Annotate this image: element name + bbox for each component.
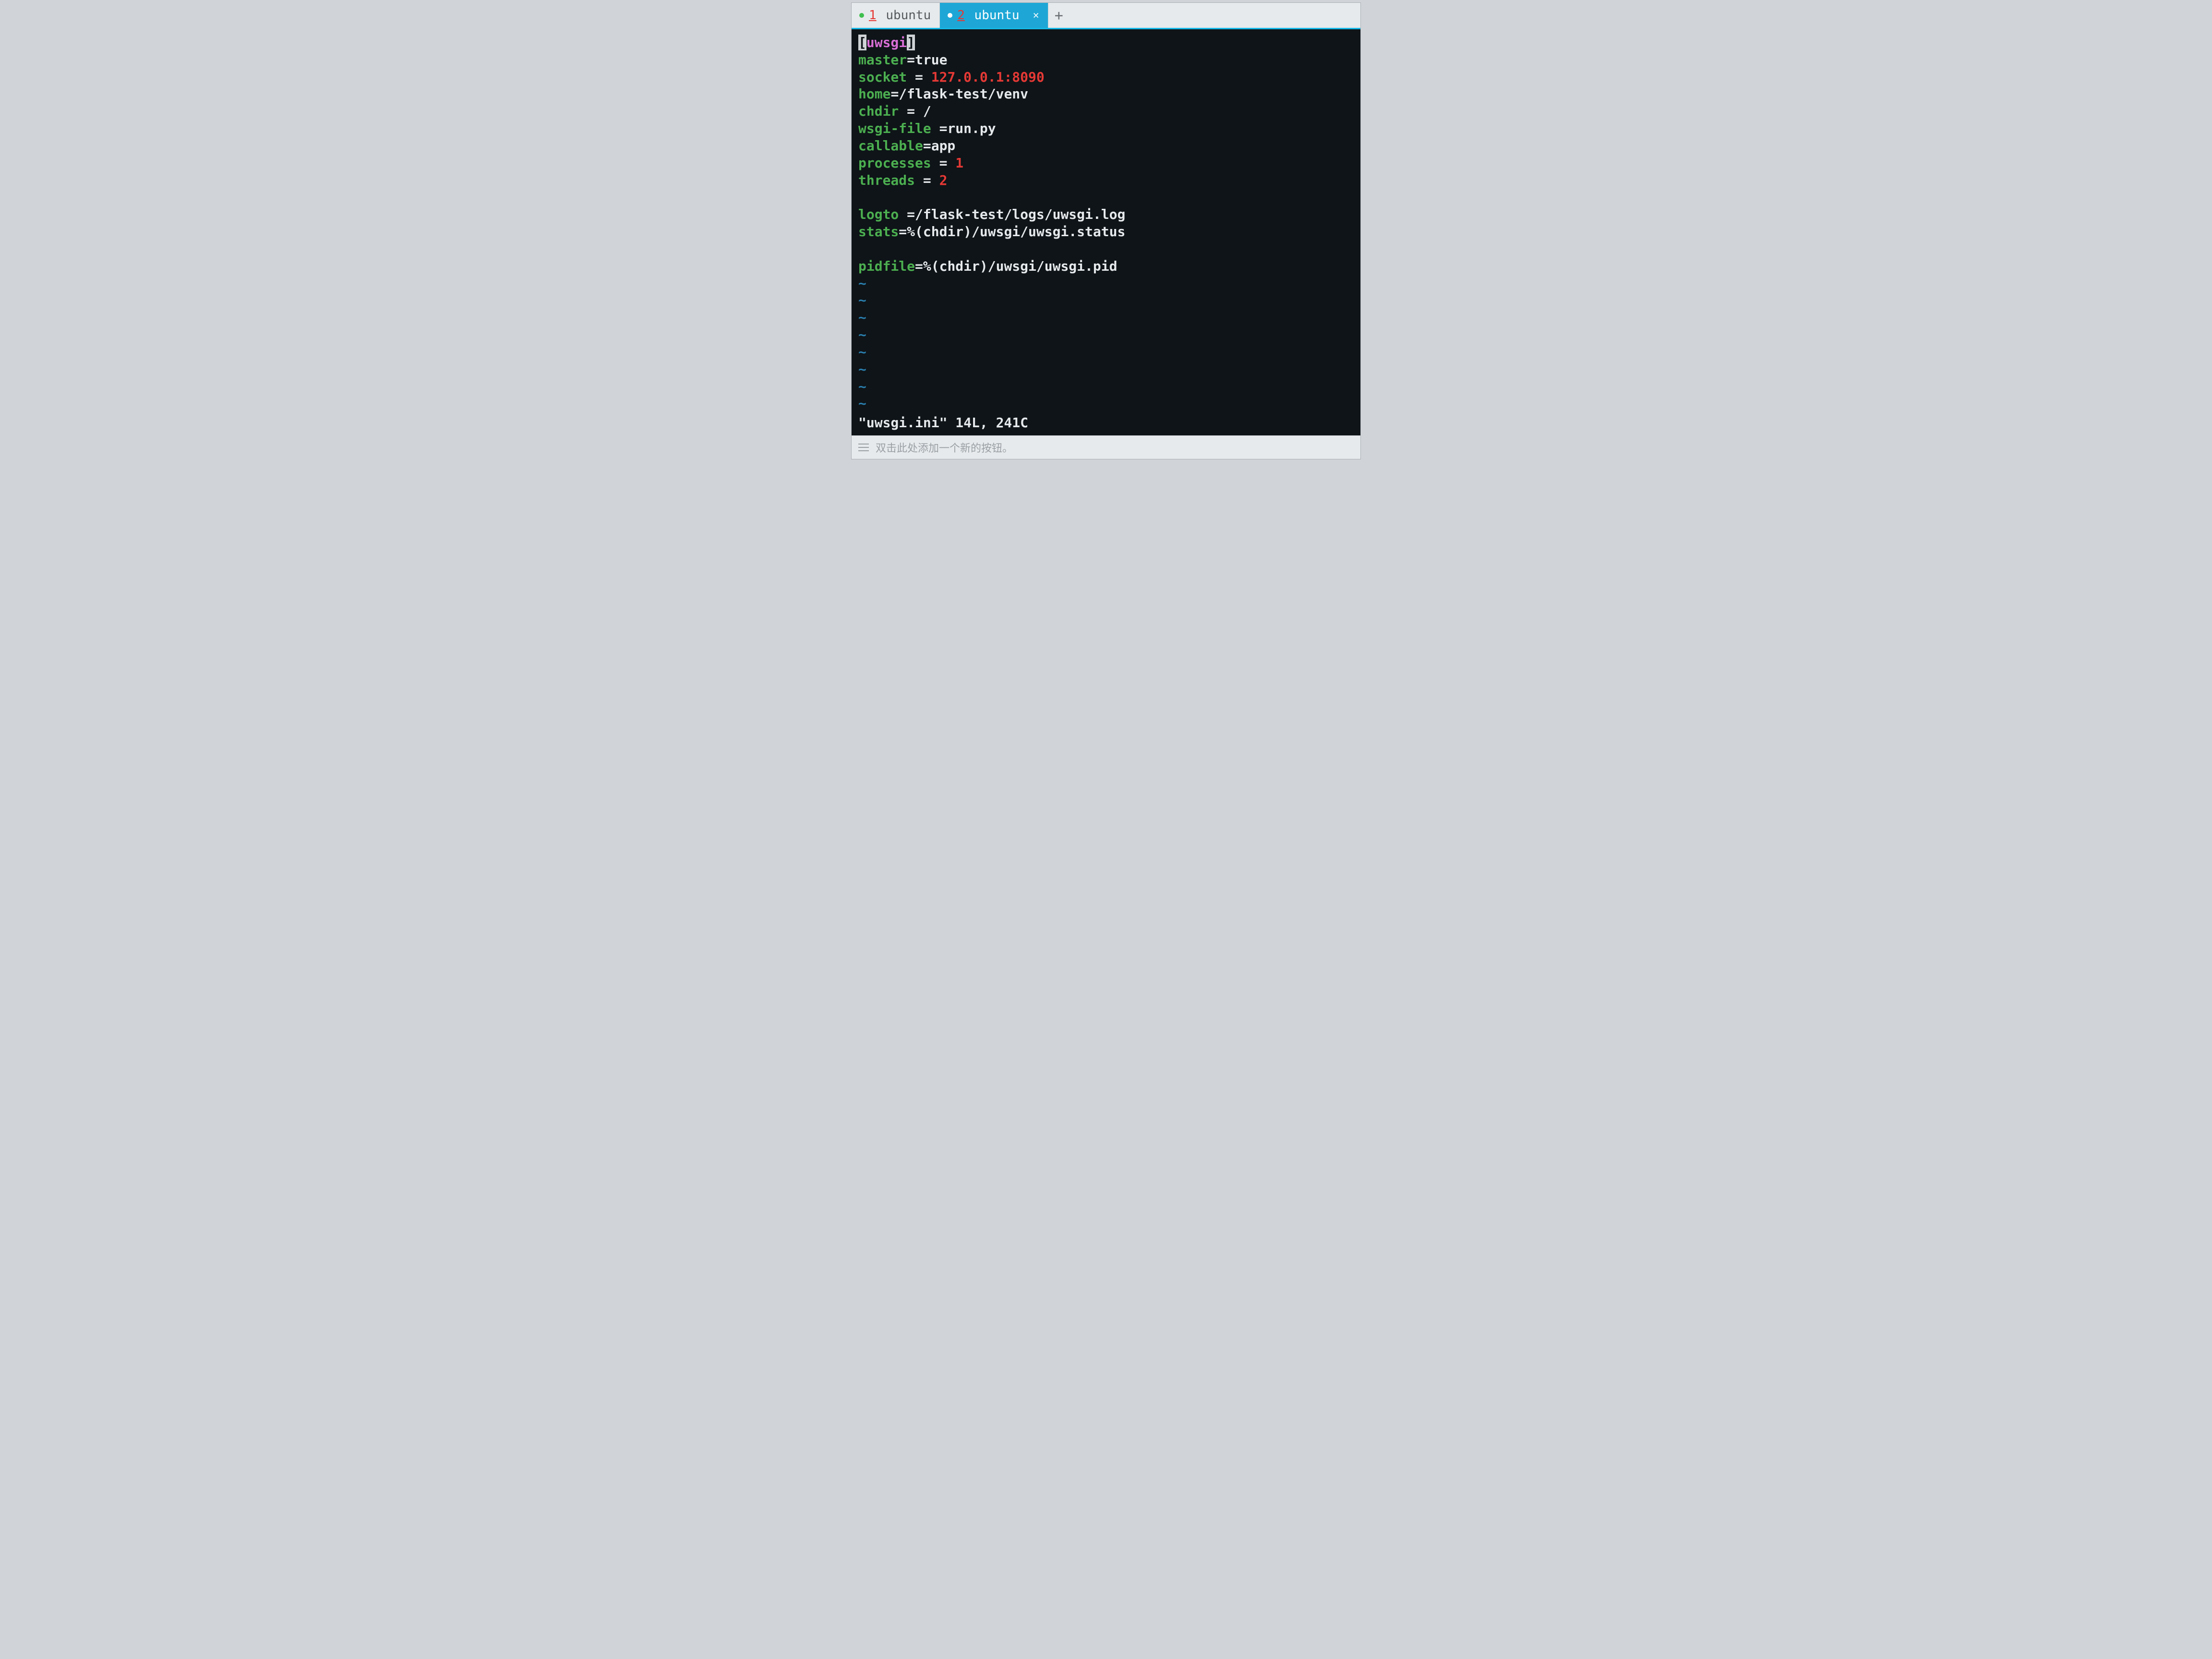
ini-key: wsgi-file [858,120,931,136]
terminal-viewport[interactable]: [uwsgi]master=truesocket = 127.0.0.1:809… [852,29,1360,435]
ini-value-number: 1 [955,155,963,171]
modified-dot-icon [859,13,864,18]
vim-empty-line-tilde: ~ [858,275,1354,292]
ini-line: wsgi-file =run.py [858,120,1354,137]
vim-empty-line-tilde: ~ [858,326,1354,344]
ini-equals: = [899,103,923,119]
ini-value: %(chdir)/uwsgi/uwsgi.status [907,224,1125,240]
ini-value-number: 2 [939,172,948,188]
ini-key: processes [858,155,931,171]
ini-value: /flask-test/logs/uwsgi.log [915,206,1125,222]
ini-value: /flask-test/venv [899,86,1028,102]
tab-index: 1 [869,8,877,23]
ini-value: / [923,103,931,119]
vim-status-line: "uwsgi.ini" 14L, 241C [858,414,1354,432]
bracket-open: [ [858,35,866,50]
ini-line: pidfile=%(chdir)/uwsgi/uwsgi.pid [858,258,1354,275]
ini-line [858,189,1354,206]
app-bottom-bar: 双击此处添加一个新的按钮。 [852,435,1360,459]
vim-empty-line-tilde: ~ [858,361,1354,378]
section-name: uwsgi [866,35,907,50]
ini-equals: = [931,120,948,136]
ini-equals: = [931,155,956,171]
ini-line: logto =/flask-test/logs/uwsgi.log [858,206,1354,223]
ini-line: processes = 1 [858,155,1354,172]
ini-key: stats [858,224,899,240]
vim-empty-line-tilde: ~ [858,395,1354,412]
ini-equals: = [923,138,931,154]
vim-empty-line-tilde: ~ [858,378,1354,396]
tab-bar: 1 ubuntu 2 ubuntu × + [852,3,1360,29]
ini-key: callable [858,138,923,154]
ini-equals: = [907,69,931,85]
ini-key: chdir [858,103,899,119]
ini-equals: = [915,258,923,274]
ini-key: socket [858,69,907,85]
ini-value-number: 127.0.0.1:8090 [931,69,1045,85]
ini-line [858,240,1354,258]
tab-label: ubuntu [974,8,1020,23]
ini-key: threads [858,172,915,188]
terminal-window: 1 ubuntu 2 ubuntu × + [uwsgi]master=true… [852,3,1360,459]
ini-value: true [915,52,947,68]
tab-1-ubuntu[interactable]: 1 ubuntu [852,3,940,28]
bracket-close: ] [907,35,915,50]
vim-empty-line-tilde: ~ [858,344,1354,361]
bottom-hint: 双击此处添加一个新的按钮。 [876,440,1013,455]
ini-line: master=true [858,51,1354,69]
ini-value: run.py [947,120,996,136]
ini-line: threads = 2 [858,172,1354,189]
ini-equals: = [890,86,899,102]
ini-equals: = [899,224,907,240]
ini-line: home=/flask-test/venv [858,85,1354,103]
tab-2-ubuntu[interactable]: 2 ubuntu × [940,3,1047,28]
ini-line: callable=app [858,137,1354,155]
close-icon[interactable]: × [1033,10,1039,22]
vim-empty-line-tilde: ~ [858,309,1354,326]
vim-empty-line-tilde: ~ [858,292,1354,309]
ini-key: master [858,52,907,68]
ini-equals: = [907,52,915,68]
tab-label: ubuntu [886,8,931,23]
ini-line: chdir = / [858,103,1354,120]
ini-equals: = [899,206,915,222]
ini-equals: = [915,172,939,188]
ini-value: %(chdir)/uwsgi/uwsgi.pid [923,258,1118,274]
ini-value: app [931,138,956,154]
new-tab-button[interactable]: + [1048,3,1070,28]
modified-dot-icon [948,13,952,18]
ini-section-header: [uwsgi] [858,34,1354,51]
hamburger-icon[interactable] [858,444,869,451]
ini-line: stats=%(chdir)/uwsgi/uwsgi.status [858,223,1354,240]
ini-key: logto [858,206,899,222]
ini-key: pidfile [858,258,915,274]
ini-key: home [858,86,890,102]
ini-line: socket = 127.0.0.1:8090 [858,69,1354,86]
tab-index: 2 [957,8,965,23]
